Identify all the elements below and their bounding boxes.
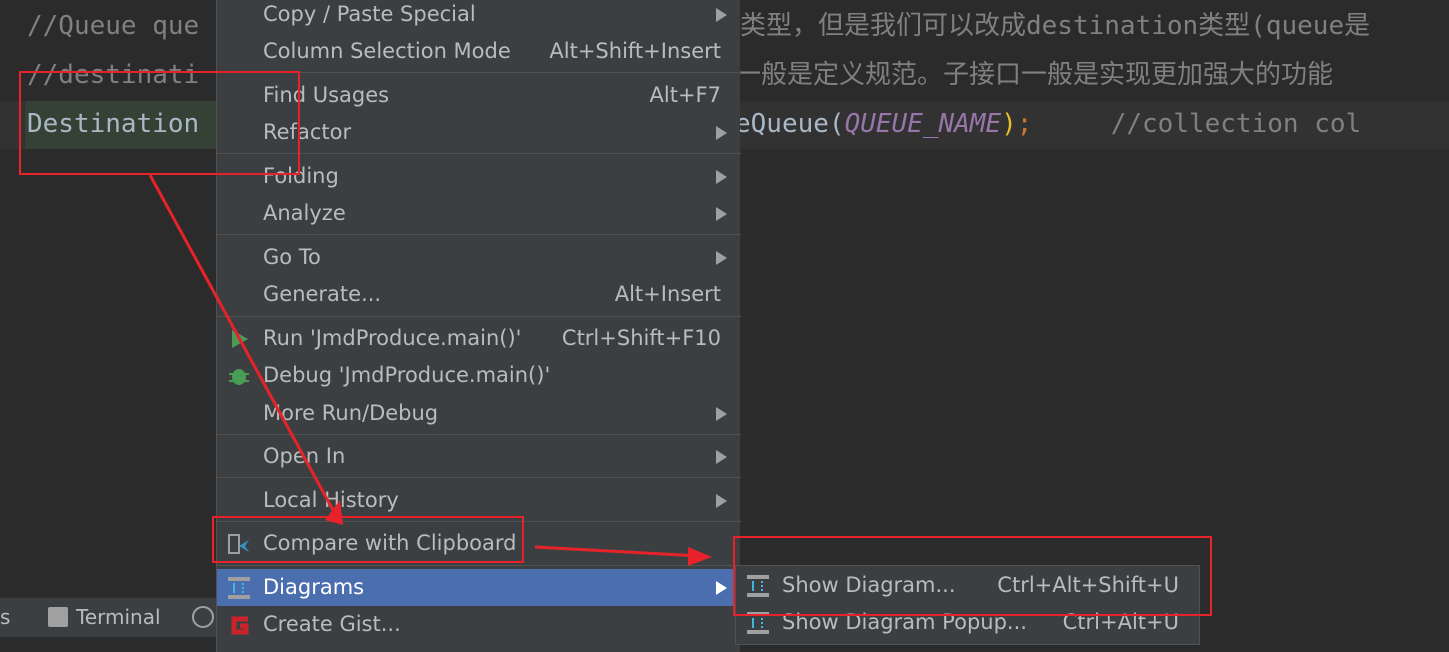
annotation-arrows <box>148 174 712 566</box>
